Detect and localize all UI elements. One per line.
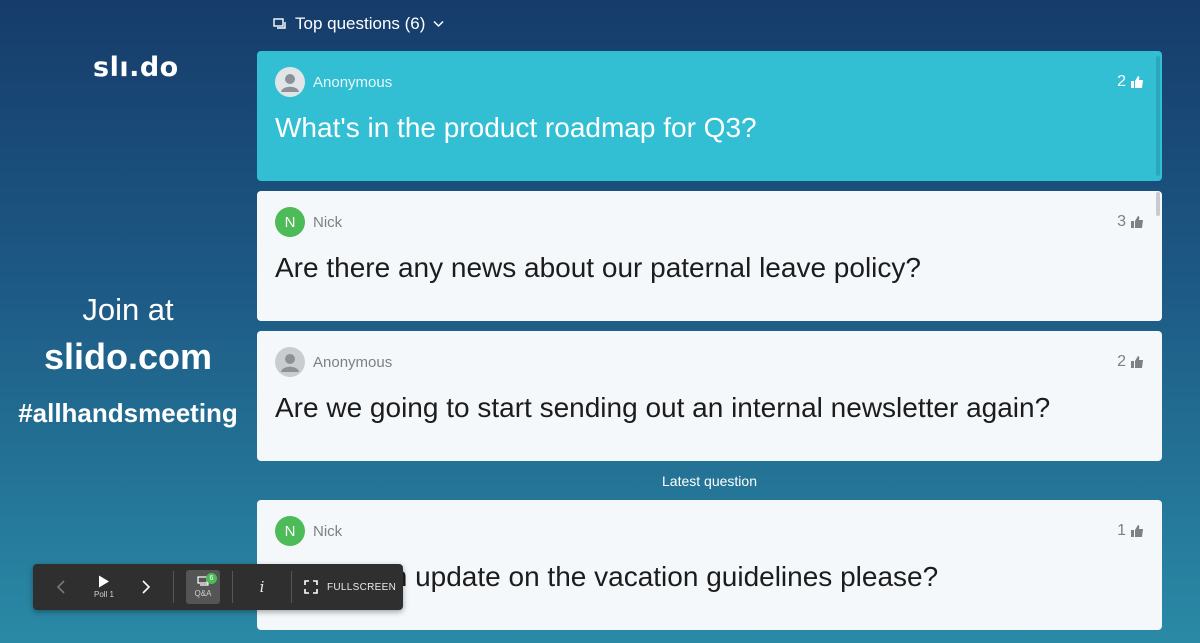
previous-button[interactable] (33, 564, 89, 610)
info-icon: i (259, 578, 265, 596)
like-button[interactable]: 3 (1117, 213, 1144, 231)
fullscreen-label: FULLSCREEN (327, 581, 397, 593)
qa-label: Q&A (194, 589, 212, 598)
question-text: Are there any news about our paternal le… (275, 252, 921, 283)
chevron-right-icon (142, 580, 151, 594)
top-questions-label: Top questions (6) (295, 14, 426, 33)
user-avatar: N (275, 207, 305, 237)
question-text: Is there an update on the vacation guide… (275, 561, 939, 592)
question-card[interactable]: Anonymous 2 What's in the product roadma… (257, 51, 1162, 181)
question-author: Anonymous (313, 73, 393, 91)
fullscreen-icon (304, 580, 318, 594)
questions-icon (273, 17, 287, 31)
chevron-down-icon (433, 20, 444, 28)
thumbs-up-icon (1131, 216, 1143, 228)
question-card[interactable]: N Nick 3 Are there any news about our pa… (257, 191, 1162, 321)
vote-count: 2 (1117, 73, 1126, 90)
vote-count: 1 (1117, 522, 1126, 539)
question-author: Anonymous (313, 353, 393, 371)
fullscreen-button[interactable]: FULLSCREEN (292, 564, 396, 610)
question-text: What's in the product roadmap for Q3? (275, 112, 757, 143)
vote-count: 3 (1117, 213, 1126, 230)
info-button[interactable]: i (233, 564, 291, 610)
thumbs-up-icon (1131, 356, 1143, 368)
top-questions-dropdown[interactable]: Top questions (6) (273, 14, 444, 34)
join-at-text: Join at (82, 292, 174, 327)
presentation-toolbar: Poll 1 Q&A 6 i FULLSCREEN (33, 564, 403, 610)
slido-logo: slı.do (93, 52, 179, 83)
like-button[interactable]: 2 (1117, 353, 1144, 371)
question-author: Nick (313, 213, 343, 231)
next-button[interactable] (119, 564, 173, 610)
thumbs-up-icon (1131, 525, 1143, 537)
chevron-left-icon (56, 580, 65, 594)
question-card[interactable]: Anonymous 2 Are we going to start sendin… (257, 331, 1162, 461)
anonymous-avatar (275, 347, 305, 377)
question-text: Are we going to start sending out an int… (275, 392, 1051, 423)
question-author: Nick (313, 522, 343, 540)
poll-label: Poll 1 (93, 590, 114, 599)
latest-question-label: Latest question (662, 473, 757, 489)
qa-button[interactable]: Q&A 6 (186, 570, 220, 604)
scrollbar-highlight (1156, 56, 1160, 176)
user-avatar: N (275, 516, 305, 546)
event-code: #allhandsmeeting (18, 398, 238, 428)
person-icon (281, 74, 299, 92)
thumbs-up-icon (1131, 76, 1143, 88)
play-icon (99, 575, 109, 588)
qa-tab[interactable]: Q&A 6 (174, 564, 232, 610)
scrollbar-thumb[interactable] (1156, 192, 1160, 216)
anonymous-avatar (275, 67, 305, 97)
qa-count-badge: 6 (206, 573, 217, 584)
like-button[interactable]: 1 (1117, 522, 1144, 540)
vote-count: 2 (1117, 353, 1126, 370)
like-button[interactable]: 2 (1117, 73, 1144, 91)
play-poll-button[interactable]: Poll 1 (89, 564, 119, 610)
person-icon (281, 354, 299, 372)
join-instructions: Join at slido.com #allhandsmeeting (0, 290, 256, 438)
join-url: slido.com (43, 336, 213, 377)
